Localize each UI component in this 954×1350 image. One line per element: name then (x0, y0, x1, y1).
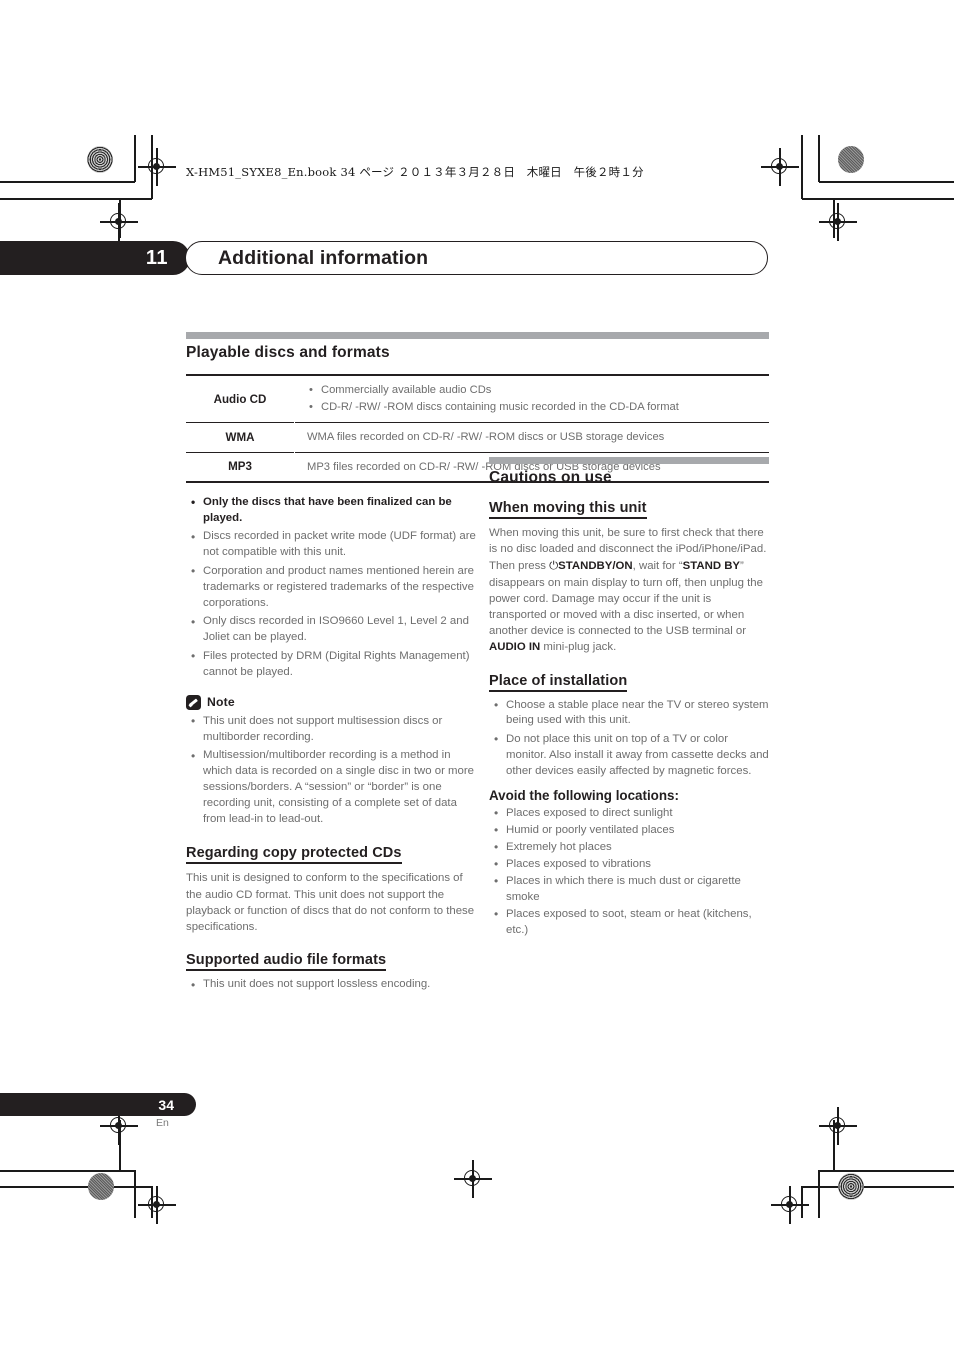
copy-protected-body: This unit is designed to conform to the … (186, 872, 475, 933)
crop-line (0, 1186, 152, 1188)
registration-mark (819, 203, 857, 241)
subsection-title-supported-formats: Supported audio file formats (186, 952, 387, 972)
book-file-info-line: X-HM51_SYXE8_En.book 34 ページ ２０１３年３月２８日 木… (186, 165, 644, 179)
crop-line (802, 1186, 954, 1188)
crop-line (833, 198, 835, 238)
registration-mark (100, 1107, 138, 1145)
crop-line (0, 198, 152, 200)
page-title: Additional information (218, 246, 429, 269)
list-item: Humid or poorly ventilated places (489, 822, 769, 839)
format-description: WMA files recorded on CD-R/ -RW/ -ROM di… (307, 431, 665, 444)
crop-line (151, 135, 153, 199)
crop-line (818, 135, 820, 182)
section-divider-bar (186, 332, 769, 339)
crop-line (833, 1120, 835, 1171)
page-number-badge: 34 (0, 1093, 196, 1116)
standby-on-button-name: STANDBY/ON (558, 560, 633, 573)
list-item: Places exposed to soot, steam or heat (k… (489, 906, 769, 939)
density-patch (88, 1173, 114, 1200)
installation-list: Choose a stable place near the TV or ste… (489, 697, 769, 780)
crop-line (801, 1186, 803, 1218)
section-divider-bar (489, 457, 769, 464)
note-list: This unit does not support multisession … (186, 713, 478, 828)
registration-mark (138, 148, 176, 186)
registration-mark (771, 1186, 809, 1224)
disc-notes-list: Only the discs that have been finalized … (186, 494, 478, 681)
page-number: 34 (158, 1096, 174, 1113)
moving-text-2: , wait for “ (632, 560, 683, 573)
stand-by-indicator-name: STAND BY (682, 560, 741, 573)
note-label: Note (207, 695, 235, 710)
crop-line (151, 1186, 153, 1218)
list-item: Extremely hot places (489, 839, 769, 856)
subsection-title-place-of-installation: Place of installation (489, 673, 628, 692)
moving-unit-body: When moving this unit, be sure to first … (489, 525, 769, 656)
list-item: CD-R/ -RW/ -ROM discs containing music r… (307, 399, 761, 415)
note-heading: Note (186, 694, 478, 710)
registration-mark (138, 1186, 176, 1224)
format-label-audio-cd: Audio CD (186, 375, 295, 423)
list-item: Do not place this unit on top of a TV or… (489, 731, 769, 780)
registration-mark (761, 148, 799, 186)
density-patch (838, 1173, 864, 1200)
list-item: Discs recorded in packet write mode (UDF… (186, 529, 478, 561)
format-label-wma: WMA (186, 422, 295, 453)
section-title-playable-discs: Playable discs and formats (186, 344, 390, 361)
list-item: This unit does not support lossless enco… (186, 977, 478, 994)
supported-formats-list: This unit does not support lossless enco… (186, 977, 478, 994)
left-content-column: Playable discs and formats Audio CD Comm… (186, 332, 769, 996)
density-patch (87, 146, 113, 173)
density-patch (838, 146, 864, 173)
crop-line (0, 181, 135, 183)
crop-line (818, 1170, 820, 1218)
crop-line (0, 1170, 135, 1172)
list-item: Only the discs that have been finalized … (186, 494, 478, 527)
avoid-locations-title: Avoid the following locations: (489, 787, 679, 803)
crop-line (801, 135, 803, 199)
list-item: Multisession/multiborder recording is a … (186, 748, 478, 828)
moving-text-4: mini-plug jack. (540, 641, 617, 654)
list-item: Corporation and product names mentioned … (186, 563, 478, 612)
list-item: Places exposed to direct sunlight (489, 805, 769, 822)
pencil-note-icon (186, 694, 201, 710)
format-label-mp3: MP3 (186, 452, 295, 482)
chapter-number-badge: 11 (0, 241, 190, 275)
page-language-code: En (156, 1117, 169, 1129)
registration-mark (100, 203, 138, 241)
subsection-title-moving-unit: When moving this unit (489, 500, 647, 519)
crop-line (119, 198, 121, 238)
crop-line (819, 181, 954, 183)
crop-line (134, 1170, 136, 1218)
crop-line (134, 135, 136, 182)
list-item: Commercially available audio CDs (307, 381, 761, 398)
crop-line (819, 1170, 954, 1172)
registration-mark (454, 1160, 492, 1198)
right-content-column: Cautions on use When moving this unit Wh… (489, 457, 769, 940)
list-item: Places exposed to vibrations (489, 856, 769, 873)
table-row: Audio CD Commercially available audio CD… (186, 375, 769, 423)
format-description: Commercially available audio CDs CD-R/ -… (295, 375, 770, 423)
crop-line (802, 198, 954, 200)
power-standby-icon: ⏻ (549, 558, 559, 573)
table-row: WMA WMA files recorded on CD-R/ -RW/ -RO… (186, 422, 769, 453)
list-item: Only discs recorded in ISO9660 Level 1, … (186, 614, 478, 646)
section-title-cautions: Cautions on use (489, 469, 612, 486)
list-item: This unit does not support multisession … (186, 713, 478, 746)
registration-mark (819, 1107, 857, 1145)
audio-in-terminal-name: AUDIO IN (489, 641, 541, 654)
chapter-number: 11 (145, 246, 168, 269)
list-item: Places in which there is much dust or ci… (489, 873, 769, 906)
list-item: Files protected by DRM (Digital Rights M… (186, 648, 478, 681)
subsection-title-copy-protected: Regarding copy protected CDs (186, 845, 402, 865)
chapter-title-bar: Additional information (185, 241, 768, 275)
crop-line (119, 1120, 121, 1171)
avoid-locations-list: Places exposed to direct sunlight Humid … (489, 805, 769, 939)
list-item: Choose a stable place near the TV or ste… (489, 697, 769, 730)
